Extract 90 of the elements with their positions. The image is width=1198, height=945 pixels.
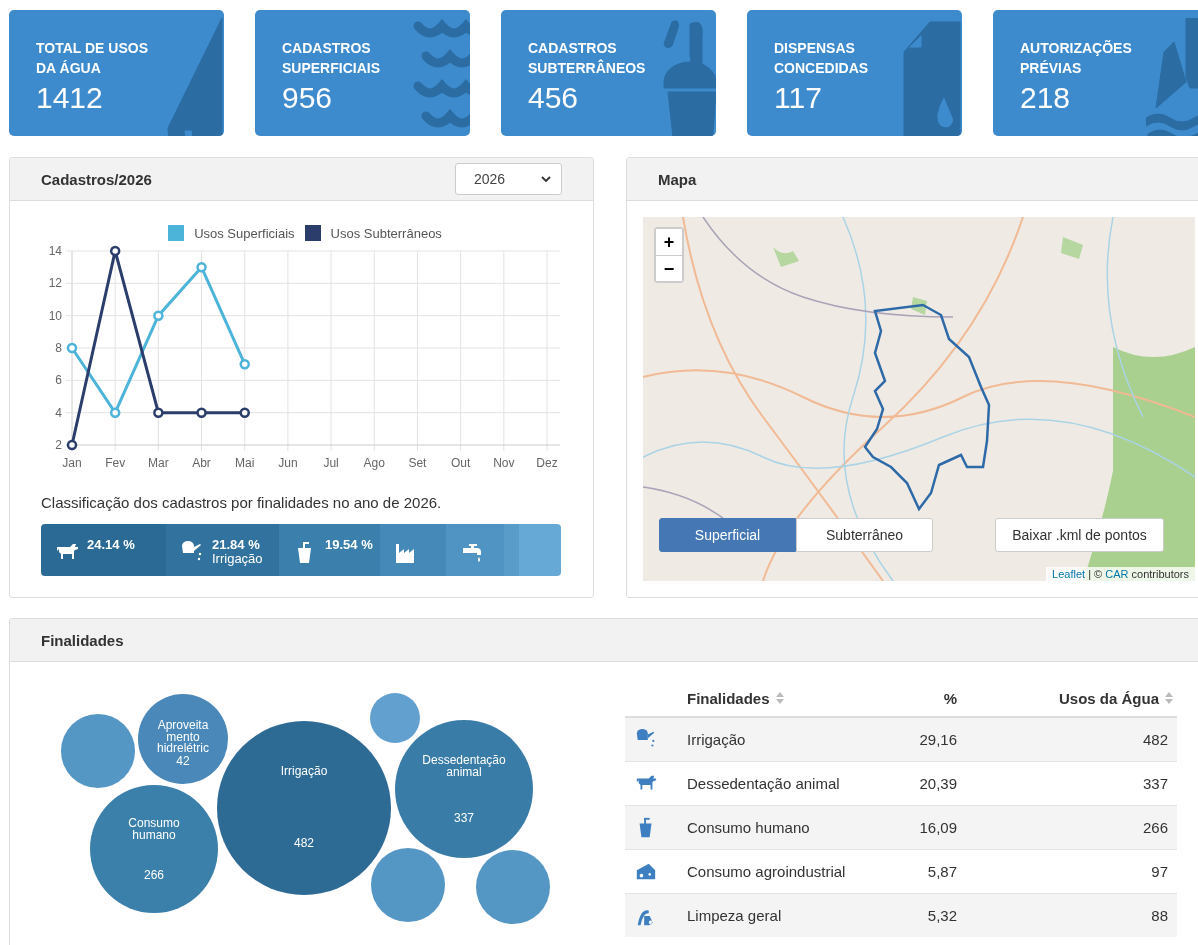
bubble-label: Consumo: [128, 816, 180, 830]
axis-label: 6: [55, 373, 62, 388]
axis-label: Abr: [192, 456, 211, 470]
table-cell: 29,16: [919, 731, 958, 748]
bubble-value: 42: [176, 754, 190, 768]
legend-label: Usos Superficiais: [194, 225, 295, 241]
bubble-label: Irrigação: [280, 764, 328, 778]
document-icon: [900, 18, 962, 136]
bubble-label: humano: [132, 828, 176, 842]
bubble-value: 482: [294, 836, 314, 850]
data-point: [239, 358, 250, 370]
panel-title: Mapa: [658, 170, 697, 188]
segment-percent: 19.54 %: [325, 538, 373, 552]
bubble-label: Aproveita: [157, 718, 209, 732]
segment-label: Irrigação: [212, 552, 263, 566]
data-point: [153, 407, 164, 418]
bubble-value: 337: [454, 811, 474, 825]
table-cell: 337: [1142, 775, 1168, 792]
column-header[interactable]: Usos da Água: [1058, 689, 1159, 707]
axis-label: Set: [408, 456, 427, 470]
card-value: 1412: [36, 80, 104, 116]
card-value: 218: [1020, 80, 1072, 116]
data-point: [66, 342, 78, 354]
table-cell: 97: [1151, 863, 1168, 880]
axis-label: Fev: [105, 456, 126, 470]
panel-title: Finalidades: [41, 631, 124, 649]
column-header: %: [943, 689, 958, 707]
card-title: CADASTROS SUBTERRÂNEOS: [528, 39, 647, 78]
data-point: [66, 439, 78, 451]
axis-label: Mar: [148, 456, 169, 470]
year-select[interactable]: 2026: [455, 163, 562, 195]
attribution-text: Leaflet | © CAR contributors: [1046, 567, 1195, 581]
segment-percent: 24.14 %: [87, 538, 135, 552]
zoom-out-button[interactable]: −: [656, 255, 682, 281]
legend-label: Usos Subterrâneos: [330, 225, 442, 241]
axis-label: 14: [48, 244, 62, 258]
table-cell: Consumo humano: [687, 819, 810, 836]
data-point: [109, 407, 121, 418]
axis-label: Jul: [323, 456, 339, 470]
bubble-label: Dessedentação: [422, 753, 506, 767]
card-title: DISPENSAS CONCEDIDAS: [774, 39, 870, 78]
axis-label: Dez: [536, 456, 558, 470]
axis-label: Mai: [235, 456, 255, 470]
card-value: 456: [528, 80, 580, 116]
bubble-label: animal: [446, 765, 482, 779]
table-cell: Limpeza geral: [687, 907, 782, 924]
attribution-link[interactable]: Leaflet: [1052, 568, 1086, 580]
axis-label: Out: [450, 456, 471, 470]
card-value: 117: [774, 80, 823, 116]
axis-label: Jun: [278, 456, 298, 470]
caption: Classificação dos cadastros por finalidades no ano de 2026.: [41, 494, 443, 511]
axis-label: Nov: [493, 456, 515, 470]
bubble-label: hidrelétric: [157, 741, 209, 755]
data-point: [109, 245, 121, 257]
column-header[interactable]: Finalidades: [687, 689, 770, 707]
data-point: [239, 407, 250, 418]
card-title: TOTAL DE USOS DA ÁGUA: [36, 39, 149, 78]
table-cell: Consumo agroindustrial: [687, 863, 846, 880]
segment-percent: 21.84 %: [212, 538, 261, 552]
axis-label: 12: [48, 276, 62, 291]
data-point: [196, 407, 207, 418]
table-cell: 88: [1151, 907, 1168, 924]
data-point: [153, 310, 164, 321]
table-cell: 16,09: [919, 819, 958, 836]
layer-toggle[interactable]: Subterrâneo: [796, 518, 933, 552]
data-point: [196, 261, 207, 273]
table-cell: Dessedentação animal: [687, 775, 840, 792]
card-value: 956: [282, 80, 334, 116]
panel-title: Cadastros/2026: [41, 170, 152, 188]
sort-icon[interactable]: [775, 692, 784, 704]
table-cell: Irrigação: [687, 731, 746, 748]
layer-toggle[interactable]: Superficial: [659, 518, 796, 552]
axis-label: 2: [55, 438, 62, 452]
card-title: AUTORIZAÇÕES PRÉVIAS: [1020, 39, 1133, 78]
table-cell: 482: [1142, 731, 1168, 748]
axis-label: Jan: [62, 456, 82, 470]
table-cell: 5,32: [927, 907, 958, 924]
attribution-link[interactable]: CAR: [1105, 568, 1129, 580]
table-cell: 20,39: [919, 775, 958, 792]
sort-icon[interactable]: [1165, 692, 1173, 704]
axis-label: 4: [55, 405, 62, 420]
axis-label: 10: [48, 308, 62, 323]
card-title: CADASTROS SUPERFICIAIS: [282, 39, 381, 78]
chevron-down-icon: [541, 175, 551, 183]
bubble-value: 266: [144, 868, 164, 882]
table-cell: 5,87: [927, 863, 958, 880]
axis-label: Ago: [363, 456, 385, 470]
table-cell: 266: [1142, 819, 1168, 836]
download-button[interactable]: Baixar .kml de pontos: [995, 518, 1164, 552]
axis-label: 8: [55, 341, 62, 355]
